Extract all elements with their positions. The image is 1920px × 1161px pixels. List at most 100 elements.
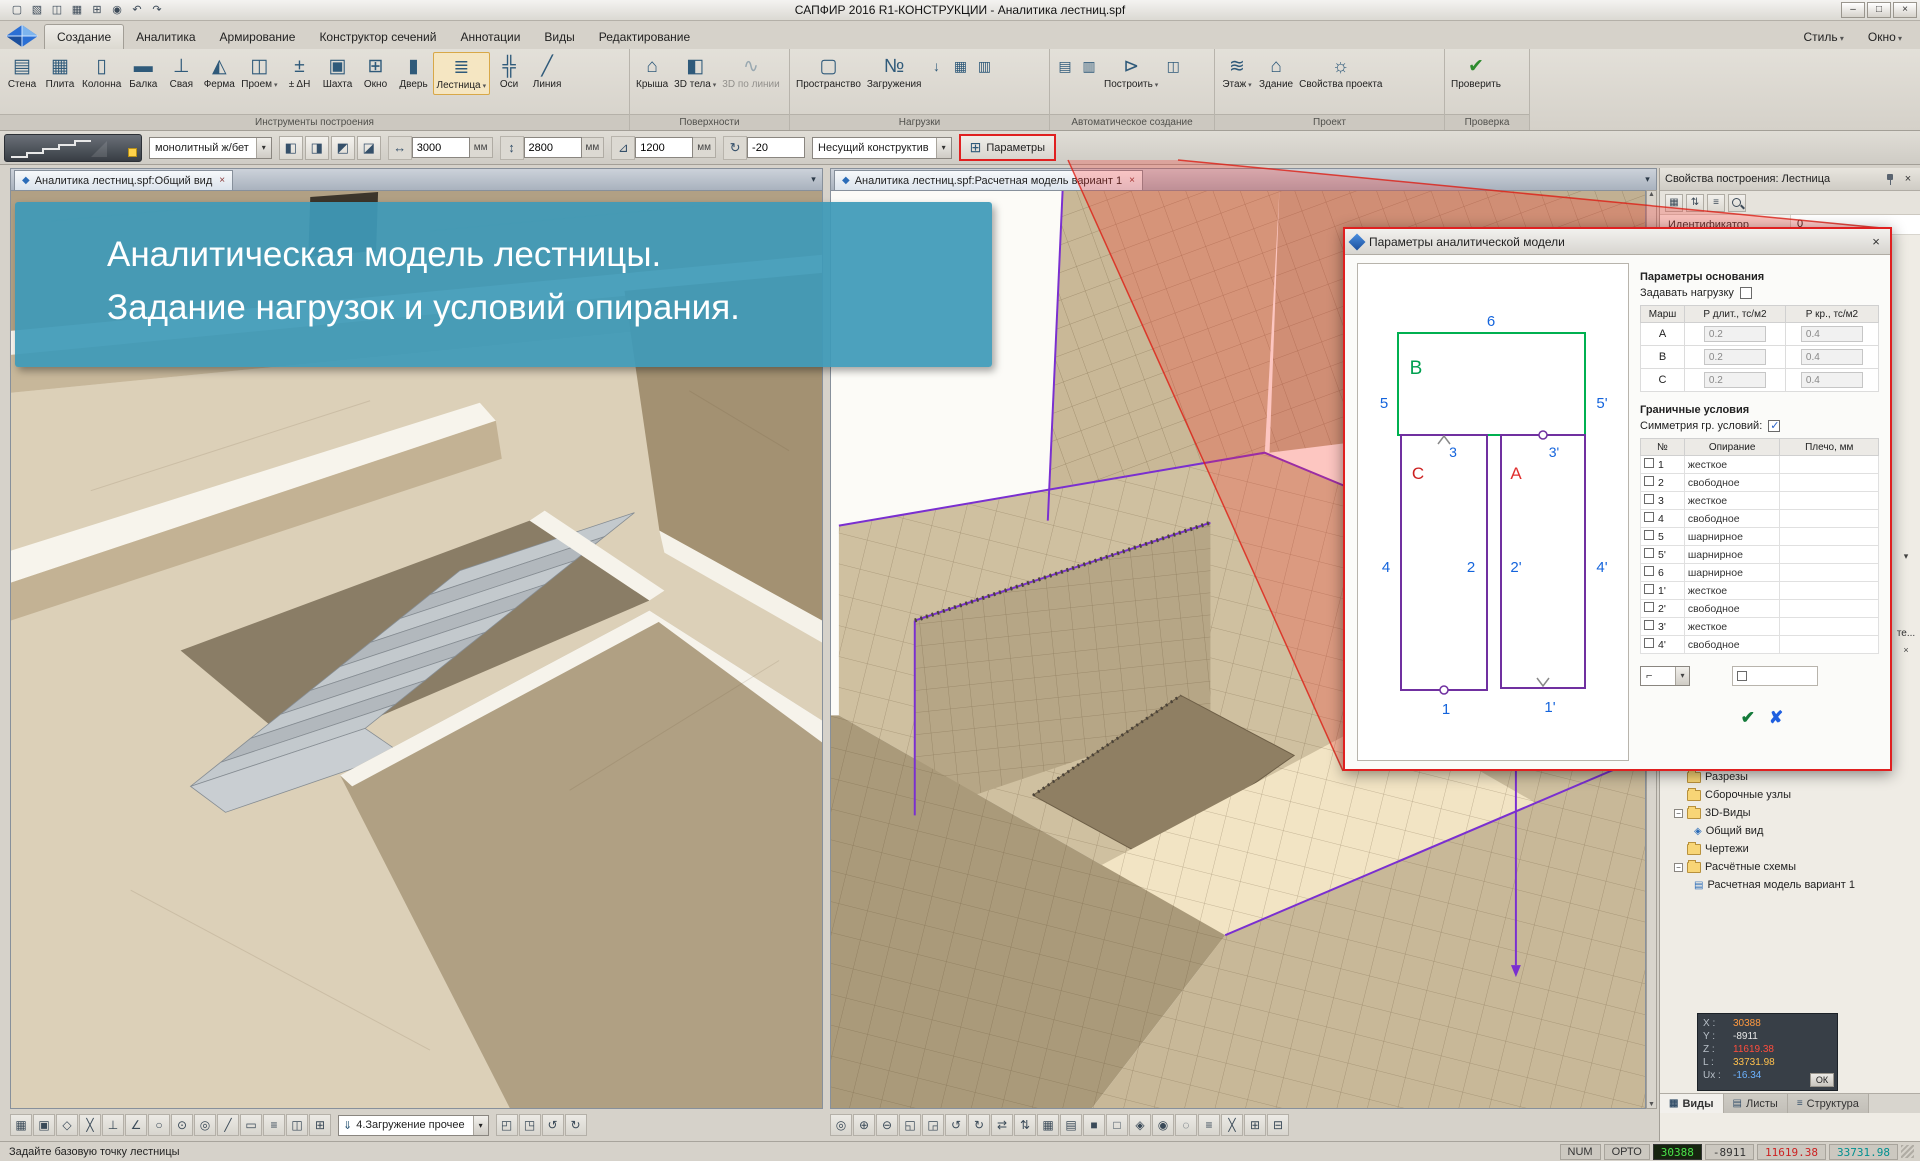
ribbon-tool[interactable]: ▮Дверь (395, 52, 433, 92)
snap-perpendicular-icon[interactable]: ⊥ (102, 1114, 124, 1136)
symmetry-checkbox[interactable] (1768, 420, 1780, 432)
load-case-dropdown[interactable]: ⇓ 4.Загружение прочее ▾ (338, 1115, 489, 1136)
ribbon-tool[interactable]: ⊞Окно (357, 52, 395, 92)
orbit-icon[interactable]: ◎ (830, 1114, 852, 1136)
arm-cell[interactable] (1780, 546, 1879, 564)
collapse-icon[interactable]: − (1674, 809, 1683, 818)
arm-cell[interactable] (1780, 510, 1879, 528)
list-view-icon[interactable]: ≡ (1707, 194, 1725, 212)
resize-grip[interactable] (1901, 1145, 1914, 1158)
ribbon-tool[interactable]: ⊳Построить (1101, 52, 1161, 93)
arm-cell[interactable] (1780, 528, 1879, 546)
cancel-button[interactable]: ✘ (1769, 708, 1783, 728)
stair-u-shape-icon[interactable]: ◩ (331, 136, 355, 160)
panel-tab[interactable]: ≡Структура (1788, 1094, 1869, 1113)
undo-icon[interactable]: ↶ (128, 2, 146, 18)
support-type-cell[interactable]: жесткое (1684, 618, 1780, 636)
menu-item[interactable]: Окно (1856, 25, 1914, 49)
boundary-row[interactable]: 3 жесткое (1641, 492, 1879, 510)
support-type-cell[interactable]: шарнирное (1684, 546, 1780, 564)
snap-node-icon[interactable]: ▣ (33, 1114, 55, 1136)
ribbon-tool[interactable]: №Загружения (864, 52, 925, 92)
snap-center-icon[interactable]: ⊙ (171, 1114, 193, 1136)
support-type-cell[interactable]: свободное (1684, 474, 1780, 492)
ok-button[interactable]: ОК (1810, 1073, 1834, 1087)
ribbon-tool[interactable]: ∿3D по линии (719, 52, 782, 92)
clipboard-icon[interactable]: ◫ (286, 1114, 308, 1136)
snap-grid-icon[interactable]: ▦ (10, 1114, 32, 1136)
row-checkbox[interactable] (1644, 566, 1654, 576)
add-element-icon[interactable]: ⊞ (309, 1114, 331, 1136)
ribbon-tool[interactable]: ◭Ферма (200, 52, 238, 92)
tree-item-drawings[interactable]: Чертежи (1660, 840, 1894, 858)
tree-item-general-view[interactable]: ◈Общий вид (1660, 822, 1894, 840)
sphere-icon[interactable]: ◌ (1175, 1114, 1197, 1136)
pan-horizontal-icon[interactable]: ⇄ (991, 1114, 1013, 1136)
snap-point-icon[interactable]: ◇ (56, 1114, 78, 1136)
ribbon-tool[interactable]: ▣Шахта (319, 52, 357, 92)
snap-tracking-icon[interactable]: ◎ (194, 1114, 216, 1136)
close-icon[interactable]: × (1868, 234, 1884, 249)
parameters-button[interactable]: ⊞ Параметры (959, 134, 1056, 161)
support-type-cell[interactable]: жесткое (1684, 456, 1780, 474)
view-next-icon[interactable]: ◳ (519, 1114, 541, 1136)
section-icon[interactable]: ╳ (1221, 1114, 1243, 1136)
save-icon[interactable]: ◫ (48, 2, 66, 18)
panel-tab[interactable]: ▤Листы (1724, 1094, 1788, 1113)
boundary-row[interactable]: 2' свободное (1641, 600, 1879, 618)
menu-item[interactable]: Конструктор сечений (307, 25, 448, 49)
redo-icon[interactable]: ↷ (148, 2, 166, 18)
stair-angle-input[interactable] (747, 137, 805, 158)
row-checkbox[interactable] (1644, 584, 1654, 594)
arm-cell[interactable] (1780, 636, 1879, 654)
row-checkbox[interactable] (1644, 512, 1654, 522)
minimize-button[interactable]: – (1841, 2, 1865, 18)
support-type-cell[interactable]: свободное (1684, 636, 1780, 654)
collapse-icon[interactable]: − (1674, 863, 1683, 872)
boundary-row[interactable]: 3' жесткое (1641, 618, 1879, 636)
boundary-row[interactable]: 4 свободное (1641, 510, 1879, 528)
row-checkbox[interactable] (1644, 476, 1654, 486)
snap-nearest-icon[interactable]: ○ (148, 1114, 170, 1136)
arm-cell[interactable] (1780, 564, 1879, 582)
boundary-row[interactable]: 5' шарнирное (1641, 546, 1879, 564)
option-checkbox[interactable] (1737, 671, 1747, 681)
menu-item[interactable]: Аннотации (448, 25, 532, 49)
stair-length-input[interactable] (412, 137, 470, 158)
row-checkbox[interactable] (1644, 494, 1654, 504)
boundary-row[interactable]: 6 шарнирное (1641, 564, 1879, 582)
row-checkbox[interactable] (1644, 638, 1654, 648)
perspective-icon[interactable]: ◈ (1129, 1114, 1151, 1136)
arm-cell[interactable] (1780, 456, 1879, 474)
ribbon-tool[interactable]: ▦Плита (41, 52, 79, 92)
tree-item-3d-views[interactable]: −3D-Виды (1660, 804, 1894, 822)
stair-l-shape-icon[interactable]: ◨ (305, 136, 329, 160)
stair-width-input[interactable] (635, 137, 693, 158)
auto-copy-icon[interactable]: ◫ (1161, 52, 1185, 81)
close-icon[interactable]: × (219, 175, 225, 186)
p-long-field[interactable]: 0.2 (1704, 349, 1766, 365)
chevron-down-icon[interactable]: ▾ (1894, 551, 1918, 562)
ribbon-tool[interactable]: ◧3D тела (671, 52, 719, 93)
boundary-row[interactable]: 5 шарнирное (1641, 528, 1879, 546)
rotate-ccw-icon[interactable]: ↺ (542, 1114, 564, 1136)
arm-cell[interactable] (1780, 582, 1879, 600)
apply-button[interactable]: ✔ (1741, 708, 1755, 728)
tab-general-view[interactable]: ◆ Аналитика лестниц.spf:Общий вид × (14, 170, 233, 190)
option-field[interactable] (1732, 666, 1818, 686)
panel-tab[interactable]: ▦Виды (1660, 1094, 1724, 1113)
num-lock-indicator[interactable]: NUM (1560, 1144, 1601, 1160)
snap-angle-icon[interactable]: ∠ (125, 1114, 147, 1136)
arm-cell[interactable] (1780, 618, 1879, 636)
construct-type-dropdown[interactable]: Несущий конструктив ▾ (812, 137, 952, 159)
p-long-field[interactable]: 0.2 (1704, 326, 1766, 342)
ribbon-tool[interactable]: ✔Проверить (1448, 52, 1504, 92)
ribbon-tool[interactable]: ⊥Свая (162, 52, 200, 92)
row-checkbox[interactable] (1644, 548, 1654, 558)
shaded-view-icon[interactable]: ▤ (1060, 1114, 1082, 1136)
pan-vertical-icon[interactable]: ⇅ (1014, 1114, 1036, 1136)
row-checkbox[interactable] (1644, 458, 1654, 468)
support-type-cell[interactable]: жесткое (1684, 492, 1780, 510)
close-button[interactable]: × (1893, 2, 1917, 18)
arm-cell[interactable] (1780, 474, 1879, 492)
